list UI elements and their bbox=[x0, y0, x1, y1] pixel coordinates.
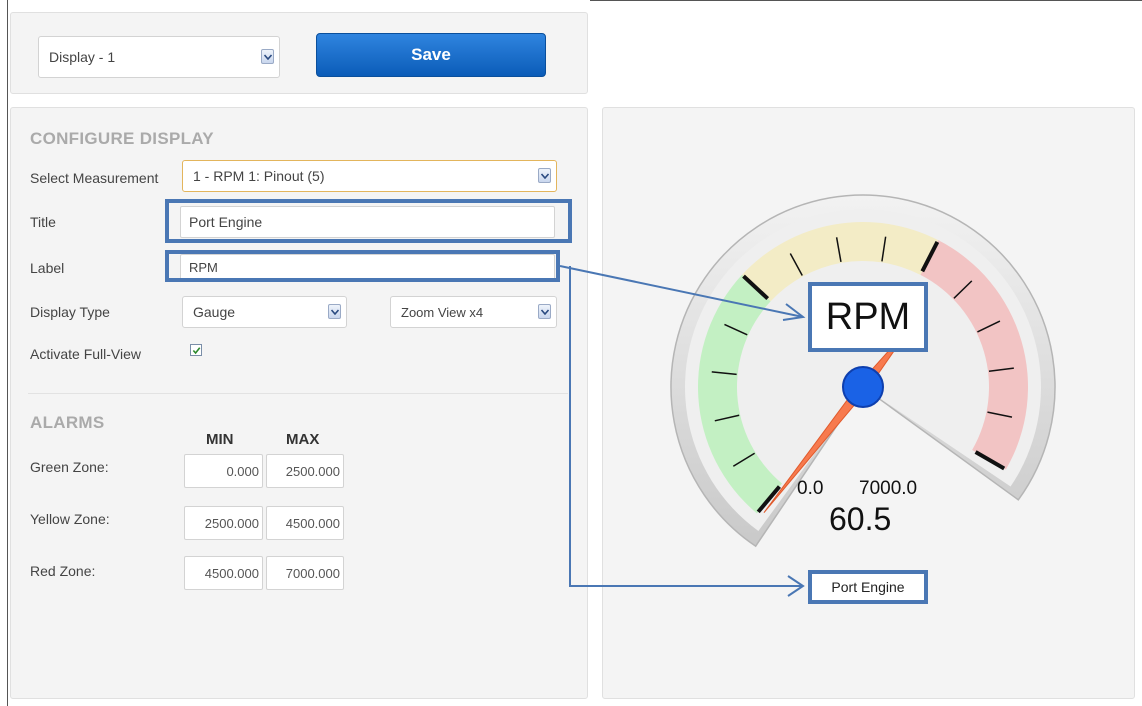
configure-panel bbox=[10, 107, 588, 699]
yellow-zone-max-input[interactable]: 4500.000 bbox=[266, 506, 344, 540]
measurement-select[interactable]: 1 - RPM 1: Pinout (5) bbox=[182, 160, 557, 192]
label-input[interactable]: RPM bbox=[180, 254, 555, 280]
gauge-min-text: 0.0 bbox=[797, 478, 824, 499]
display-select-value: Display - 1 bbox=[49, 49, 116, 65]
max-column-header: MAX bbox=[286, 431, 320, 448]
gauge-max-text: 7000.0 bbox=[859, 478, 918, 499]
chevron-down-icon[interactable] bbox=[538, 304, 551, 319]
chevron-down-icon[interactable] bbox=[538, 168, 551, 183]
yellow-zone-label: Yellow Zone: bbox=[30, 511, 110, 527]
gauge-value-text: 60.5 bbox=[829, 501, 892, 537]
gauge-title-box: Port Engine bbox=[808, 570, 928, 604]
full-view-checkbox[interactable] bbox=[190, 344, 202, 356]
chevron-down-icon[interactable] bbox=[328, 304, 341, 319]
chevron-down-icon[interactable] bbox=[261, 49, 274, 64]
green-zone-min-input[interactable]: 0.000 bbox=[184, 454, 263, 488]
save-button[interactable]: Save bbox=[316, 33, 546, 77]
zoom-view-select[interactable]: Zoom View x4 bbox=[390, 296, 557, 328]
red-zone-label: Red Zone: bbox=[30, 563, 96, 579]
min-column-header: MIN bbox=[206, 431, 234, 448]
alarms-heading: ALARMS bbox=[30, 413, 105, 432]
title-input[interactable]: Port Engine bbox=[180, 206, 555, 238]
yellow-zone-min-input[interactable]: 2500.000 bbox=[184, 506, 263, 540]
checkmark-icon bbox=[192, 346, 200, 354]
green-zone-label: Green Zone: bbox=[30, 459, 109, 475]
measurement-select-value: 1 - RPM 1: Pinout (5) bbox=[193, 168, 325, 184]
display-type-select[interactable]: Gauge bbox=[182, 296, 347, 328]
frame-top-border bbox=[590, 0, 1142, 1]
red-zone-min-input[interactable]: 4500.000 bbox=[184, 556, 263, 590]
gauge bbox=[670, 194, 1056, 548]
red-zone-max-input[interactable]: 7000.000 bbox=[266, 556, 344, 590]
gauge-label-box: RPM bbox=[808, 282, 928, 352]
configure-display-heading: CONFIGURE DISPLAY bbox=[30, 129, 214, 148]
display-type-select-value: Gauge bbox=[193, 304, 236, 320]
gauge-hub bbox=[842, 366, 884, 408]
section-divider bbox=[28, 393, 568, 394]
measurement-label: Select Measurement bbox=[30, 170, 159, 186]
zoom-view-select-value: Zoom View x4 bbox=[401, 304, 484, 320]
frame-left-border bbox=[7, 0, 8, 706]
full-view-label: Activate Full-View bbox=[30, 346, 142, 362]
display-type-label: Display Type bbox=[30, 304, 110, 320]
green-zone-max-input[interactable]: 2500.000 bbox=[266, 454, 344, 488]
label-label: Label bbox=[30, 260, 65, 276]
title-label: Title bbox=[30, 214, 56, 230]
display-select[interactable]: Display - 1 bbox=[38, 36, 280, 78]
